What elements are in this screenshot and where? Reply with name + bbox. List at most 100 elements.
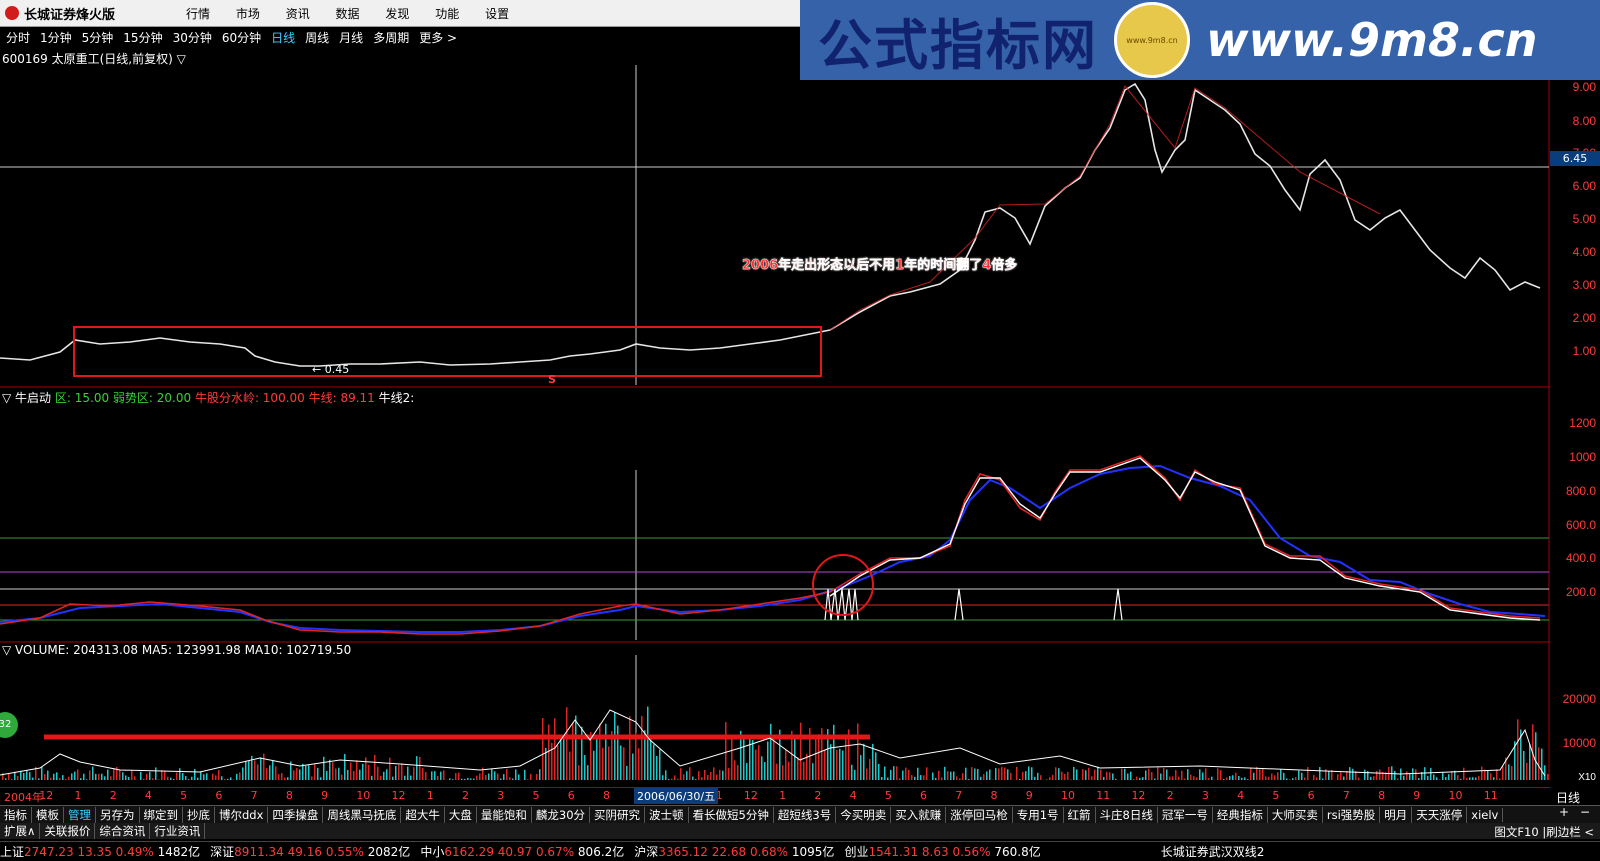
indicator-tab-19[interactable]: 涨停回马枪 [946,807,1013,823]
time-tick: 2 [110,789,117,802]
time-tick: 8 [286,789,293,802]
price-line [0,84,1540,366]
indicator-tab-15[interactable]: 看长做短5分钟 [689,807,774,823]
time-tick: 4 [850,789,857,802]
price-tick: 3.00 [1573,278,1596,292]
indicator-tab-3[interactable]: 另存为 [96,807,140,823]
indicator-value-4: 牛线2: [379,391,415,405]
signal-flag: S [548,373,556,386]
indicator-tab-18[interactable]: 买入就赚 [891,807,946,823]
indicator-name[interactable]: ▽ 牛启动 [2,391,51,405]
time-tick: 7 [251,789,258,802]
indicator-tab-7[interactable]: 四季操盘 [268,807,323,823]
vol-unit: X10 [1578,772,1596,783]
indicator-tab-0[interactable]: 指标 [0,807,32,823]
indicator-tab-23[interactable]: 冠军一号 [1158,807,1213,823]
time-tick: 2 [462,789,469,802]
indicator-tab-28[interactable]: 天天涨停 [1412,807,1467,823]
time-tick: 8 [603,789,610,802]
subtab-expand[interactable]: 扩展∧ [0,823,40,839]
indicator-tab-24[interactable]: 经典指标 [1213,807,1268,823]
time-tick: 2 [1167,789,1174,802]
index-quote-4[interactable]: 创业1541.31 8.63 0.56% 760.8亿 [844,843,1040,860]
indicator-header: ▽ 牛启动 区: 15.00 弱势区: 20.00 牛股分水岭: 100.00 … [2,389,414,406]
price-tick: 4.00 [1573,245,1596,259]
current-price-badge: 6.45 [1550,151,1600,166]
indicator-value-3: 牛线: 89.11 [309,391,379,405]
time-tick: 9 [1026,789,1033,802]
right-axis: 9.00 8.00 7.00 6.00 5.00 4.00 3.00 2.00 … [1550,80,1600,780]
broker-label: 长城证券武汉双线2 [1161,843,1265,860]
ind-tick: 1000 [1569,450,1596,464]
time-tick: 11 [1096,789,1110,802]
subtab-related-quotes[interactable]: 关联报价 [40,823,95,839]
time-tick: 5 [532,789,539,802]
time-tick: 12 [39,789,53,802]
time-tick: 5 [885,789,892,802]
indicator-tab-13[interactable]: 买阴研究 [590,807,645,823]
price-tick: 2.00 [1573,311,1596,325]
index-quote-1[interactable]: 深证8911.34 49.16 0.55% 2082亿 [210,843,410,860]
index-quote-3[interactable]: 沪深3365.12 22.68 0.68% 1095亿 [634,843,834,860]
time-tick: 6 [1308,789,1315,802]
time-tick: 8 [1378,789,1385,802]
indicator-tab-25[interactable]: 大师买卖 [1268,807,1323,823]
indicator-tab-5[interactable]: 抄底 [183,807,215,823]
time-tick: 5 [1272,789,1279,802]
remove-tab-icon[interactable]: − [1580,805,1590,819]
ind-tick: 400.0 [1566,551,1596,565]
time-axis: 2004年12124567891012123568910111212456789… [0,787,1550,805]
indicator-tab-1[interactable]: 模板 [32,807,64,823]
indicator-tab-20[interactable]: 专用1号 [1013,807,1064,823]
indicator-tab-11[interactable]: 量能饱和 [477,807,532,823]
indicator-tab-27[interactable]: 明月 [1380,807,1412,823]
indicator-tab-22[interactable]: 斗庄8日线 [1096,807,1158,823]
time-tick: 1 [74,789,81,802]
price-tick: 6.00 [1573,179,1596,193]
indicator-tab-4[interactable]: 绑定到 [140,807,184,823]
indicator-tab-9[interactable]: 超大牛 [401,807,445,823]
time-tick: 5 [180,789,187,802]
time-tick: 6 [215,789,222,802]
index-status-bar: 上证2747.23 13.35 0.49% 1482亿深证8911.34 49.… [0,841,1600,861]
volume-bars [2,707,1549,780]
add-tab-icon[interactable]: + [1559,805,1569,819]
f10-button[interactable]: 图文F10 |刷边栏 < [1494,824,1594,840]
indicator-tab-10[interactable]: 大盘 [445,807,477,823]
time-tick: 7 [955,789,962,802]
indicator-tab-6[interactable]: 博尔ddx [215,807,268,823]
chart-annotation: 2006年走出形态以后不用1年的时间翻了4倍多 [742,254,1017,273]
time-tick: 2 [814,789,821,802]
time-tick: 6 [920,789,927,802]
indicator-tab-8[interactable]: 周线黑马抚底 [323,807,401,823]
indicator-tab-14[interactable]: 波士顿 [645,807,689,823]
price-tick: 8.00 [1573,114,1596,128]
sub-tab-bar: 扩展∧ 关联报价 综合资讯 行业资讯 [0,823,1600,839]
subtab-industry-news[interactable]: 行业资讯 [150,823,205,839]
time-tick: 1 [779,789,786,802]
indicator-tab-12[interactable]: 麟龙30分 [532,807,590,823]
index-quote-0[interactable]: 上证2747.23 13.35 0.49% 1482亿 [0,843,200,860]
indicator-red-line [0,456,1540,634]
time-tick: 3 [497,789,504,802]
subtab-news[interactable]: 综合资讯 [95,823,150,839]
indicator-tab-2[interactable]: 管理 [64,807,96,823]
period-label: 日线 [1556,789,1580,806]
min-price-label: ← 0.45 [312,363,349,376]
ind-tick: 1200 [1569,416,1596,430]
ind-tick: 600.0 [1566,518,1596,532]
indicator-tab-17[interactable]: 今买明卖 [836,807,891,823]
price-tick: 1.00 [1573,344,1596,358]
indicator-tab-16[interactable]: 超短线3号 [774,807,836,823]
indicator-tab-bar: 指标模板管理另存为绑定到抄底博尔ddx四季操盘周线黑马抚底超大牛大盘量能饱和麟龙… [0,805,1600,823]
index-quote-2[interactable]: 中小6162.29 40.97 0.67% 806.2亿 [420,843,624,860]
time-tick: 2004年 [4,789,43,805]
price-tick: 5.00 [1573,212,1596,226]
indicator-tab-29[interactable]: xielv [1467,808,1503,822]
time-tick: 8 [991,789,998,802]
volume-header[interactable]: ▽ VOLUME: 204313.08 MA5: 123991.98 MA10:… [2,643,351,657]
indicator-tab-21[interactable]: 红箭 [1064,807,1096,823]
time-tick: 4 [1237,789,1244,802]
indicator-tab-26[interactable]: rsi强势股 [1323,807,1380,823]
time-tick: 12 [1131,789,1145,802]
